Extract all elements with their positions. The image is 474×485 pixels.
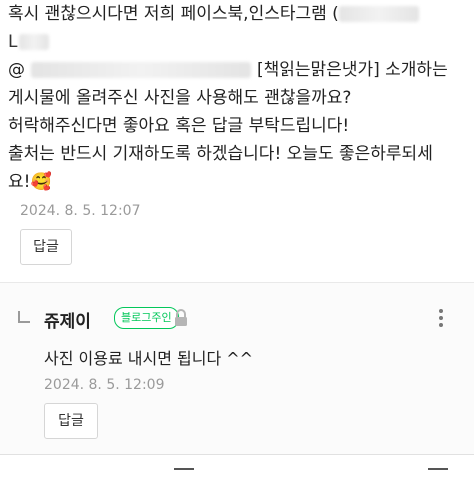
bottom-menu-icon[interactable]	[428, 468, 448, 470]
bottom-menu-icon[interactable]	[174, 468, 194, 470]
redacted-text	[19, 34, 50, 50]
reply-reply-button[interactable]: 답글	[44, 403, 98, 439]
redacted-text	[338, 6, 419, 22]
comment-date: 2024. 8. 5. 12:07	[20, 203, 141, 219]
reply-date: 2024. 8. 5. 12:09	[44, 377, 165, 393]
comment-body: 혹시 괜찮으시다면 저희 페이스북,인스타그램 ( L @ [책읽는맑은냇가] 소…	[8, 0, 468, 196]
comment-line-5: 허락해주신다면 좋아요 혹은 답글 부탁드립니다!	[8, 116, 350, 136]
bottom-bar	[0, 454, 474, 485]
comment-line-3: @ [책읽는맑은냇가] 소개하는	[8, 60, 448, 80]
redacted-text	[31, 62, 251, 78]
reply-text: 사진 이용료 내시면 됩니다 ^^	[44, 349, 254, 368]
reply-arrow-icon	[18, 311, 30, 323]
comment-reply-button[interactable]: 답글	[20, 229, 72, 265]
lock-icon	[175, 309, 187, 326]
comment-line-4: 게시물에 올려주신 사진을 사용해도 괜찮을까요?	[8, 88, 352, 108]
reply-section: 쥬제이 블로그주인 사진 이용료 내시면 됩니다 ^^ 2024. 8. 5. …	[0, 282, 474, 455]
comment-line-2: L	[8, 28, 468, 56]
comment-line-6: 출처는 반드시 기재하도록 하겠습니다! 오늘도 좋은하루되세	[8, 144, 433, 164]
comment-line-1: 혹시 괜찮으시다면 저희 페이스북,인스타그램 (	[8, 0, 468, 28]
reply-author[interactable]: 쥬제이	[44, 307, 91, 332]
blog-owner-badge: 블로그주인	[114, 307, 179, 329]
more-options-icon[interactable]	[438, 309, 444, 329]
comment-line-7: 요!🥰	[8, 172, 52, 192]
